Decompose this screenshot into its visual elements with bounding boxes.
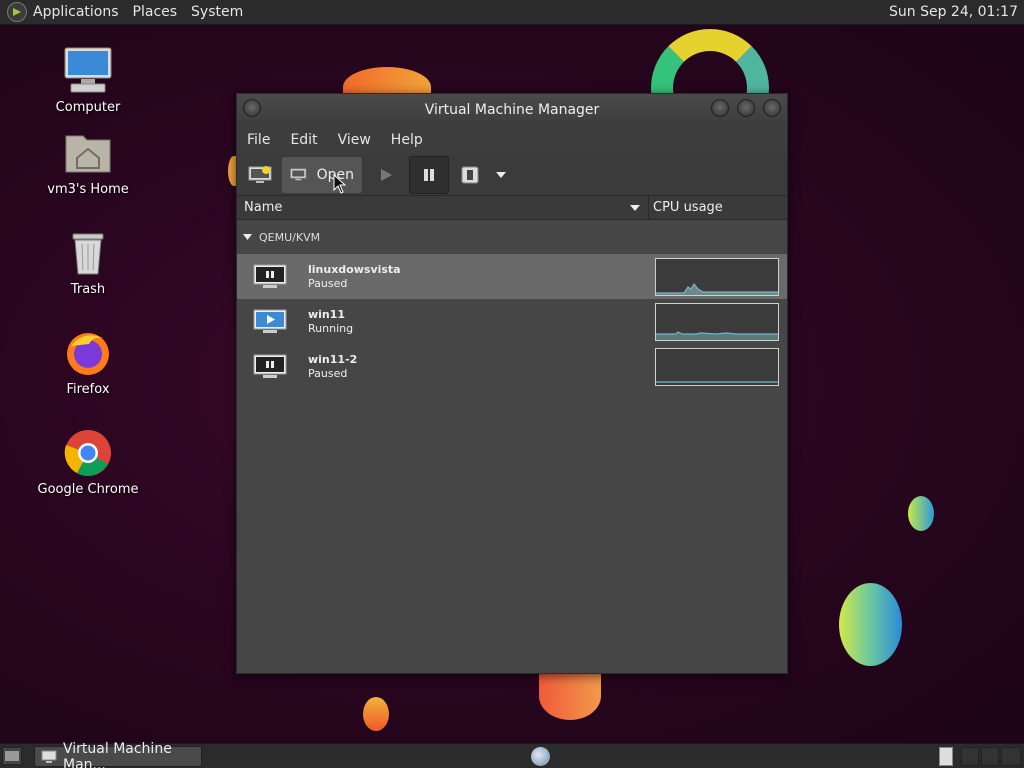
workspace-switcher-1[interactable]	[939, 747, 953, 766]
shutdown-icon	[461, 166, 479, 183]
desktop-icon-label: Computer	[55, 100, 121, 115]
window-titlebar[interactable]: Virtual Machine Manager	[237, 94, 787, 126]
distro-logo-icon[interactable]	[7, 2, 27, 22]
cpu-column-header[interactable]: CPU usage	[649, 200, 723, 215]
trash-icon	[63, 228, 113, 278]
window-menu-button[interactable]	[243, 99, 261, 117]
vm-paused-icon	[253, 354, 287, 380]
column-header: Name CPU usage	[237, 196, 787, 220]
expander-down-icon[interactable]	[243, 234, 252, 240]
workspace-switcher-2[interactable]	[961, 747, 979, 766]
vm-info: win11-2 Paused	[308, 353, 357, 381]
shutdown-button[interactable]	[453, 156, 487, 194]
vm-status: Paused	[308, 366, 348, 380]
minimize-button[interactable]	[711, 99, 729, 117]
mouse-cursor-icon	[333, 174, 347, 194]
bg-blob-green-large	[839, 583, 902, 666]
toolbar: Open	[237, 154, 787, 196]
desktop-icon-firefox[interactable]: Firefox	[23, 328, 153, 397]
menubar: File Edit View Help	[237, 126, 787, 154]
workspace-switcher-4[interactable]	[1001, 747, 1021, 766]
firefox-icon	[63, 328, 113, 378]
vm-running-icon	[253, 309, 287, 335]
name-column-header[interactable]: Name	[237, 196, 649, 219]
taskbar-button-label: Virtual Machine Man...	[63, 740, 172, 768]
desktop-icon-label: vm3's Home	[47, 182, 129, 197]
name-column-label: Name	[244, 200, 283, 215]
vm-name: win11	[308, 307, 346, 321]
run-button[interactable]	[367, 156, 405, 194]
workspace-switcher-3[interactable]	[981, 747, 999, 766]
vmm-app-icon	[41, 750, 57, 763]
bg-blob-small-orange	[363, 697, 389, 731]
vmm-window: Virtual Machine Manager File Edit View H…	[236, 93, 788, 674]
new-vm-icon	[248, 165, 272, 183]
top-panel: Applications Places System Sun Sep 24, 0…	[0, 0, 1024, 25]
home-folder-icon	[63, 128, 113, 178]
maximize-button[interactable]	[737, 99, 755, 117]
window-title: Virtual Machine Manager	[424, 102, 600, 118]
play-icon	[381, 168, 392, 181]
vm-name: linuxdowsvista	[308, 262, 401, 276]
menu-view[interactable]: View	[338, 132, 371, 148]
show-desktop-icon	[5, 751, 19, 761]
cpu-usage-graph	[655, 348, 779, 386]
vm-status: Running	[308, 321, 354, 335]
desktop-icon-computer[interactable]: Computer	[23, 46, 153, 115]
show-desktop-button[interactable]	[2, 747, 22, 765]
shutdown-menu-button[interactable]	[491, 156, 511, 194]
monitor-icon	[290, 168, 307, 180]
menu-help[interactable]: Help	[391, 132, 423, 148]
desktop-icon-chrome[interactable]: Google Chrome	[23, 428, 153, 497]
desktop-icon-label: Trash	[70, 282, 106, 297]
cpu-usage-graph	[655, 258, 779, 296]
connection-label: QEMU/KVM	[259, 230, 321, 244]
new-vm-button[interactable]	[243, 156, 277, 194]
open-button[interactable]: Open	[281, 155, 363, 194]
network-icon[interactable]	[531, 747, 550, 766]
chrome-icon	[63, 428, 113, 478]
vm-info: win11 Running	[308, 308, 353, 336]
cpu-usage-graph	[655, 303, 779, 341]
bg-blob-orange-bottom	[539, 672, 601, 720]
vm-info: linuxdowsvista Paused	[308, 263, 401, 291]
vm-row-linuxdowsvista[interactable]: linuxdowsvista Paused	[237, 254, 787, 299]
menu-applications[interactable]: Applications	[33, 4, 119, 20]
clock[interactable]: Sun Sep 24, 01:17	[889, 4, 1018, 20]
desktop-icon-home[interactable]: vm3's Home	[23, 128, 153, 197]
desktop-icon-trash[interactable]: Trash	[23, 228, 153, 297]
connection-group-row[interactable]: QEMU/KVM	[237, 220, 787, 254]
bg-blob-green-small	[908, 496, 934, 531]
cpu-column-label: CPU usage	[653, 200, 723, 215]
computer-icon	[63, 46, 113, 96]
close-button[interactable]	[763, 99, 781, 117]
desktop-icon-label: Google Chrome	[37, 482, 139, 497]
pause-button[interactable]	[409, 155, 449, 194]
desktop-icon-label: Firefox	[66, 382, 110, 397]
menu-system[interactable]: System	[191, 4, 243, 20]
sort-down-icon	[630, 205, 640, 211]
vm-row-win11[interactable]: win11 Running	[237, 299, 787, 344]
vm-row-win11-2[interactable]: win11-2 Paused	[237, 344, 787, 389]
vm-status: Paused	[308, 276, 348, 290]
vm-paused-icon	[253, 264, 287, 290]
pause-icon	[424, 168, 434, 181]
menu-places[interactable]: Places	[133, 4, 178, 20]
vm-name: win11-2	[308, 352, 358, 366]
chevron-down-icon	[496, 171, 506, 178]
bottom-panel: Virtual Machine Man...	[0, 741, 1024, 768]
menu-edit[interactable]: Edit	[290, 132, 317, 148]
menu-file[interactable]: File	[247, 132, 270, 148]
taskbar-button-vmm[interactable]: Virtual Machine Man...	[34, 741, 202, 768]
